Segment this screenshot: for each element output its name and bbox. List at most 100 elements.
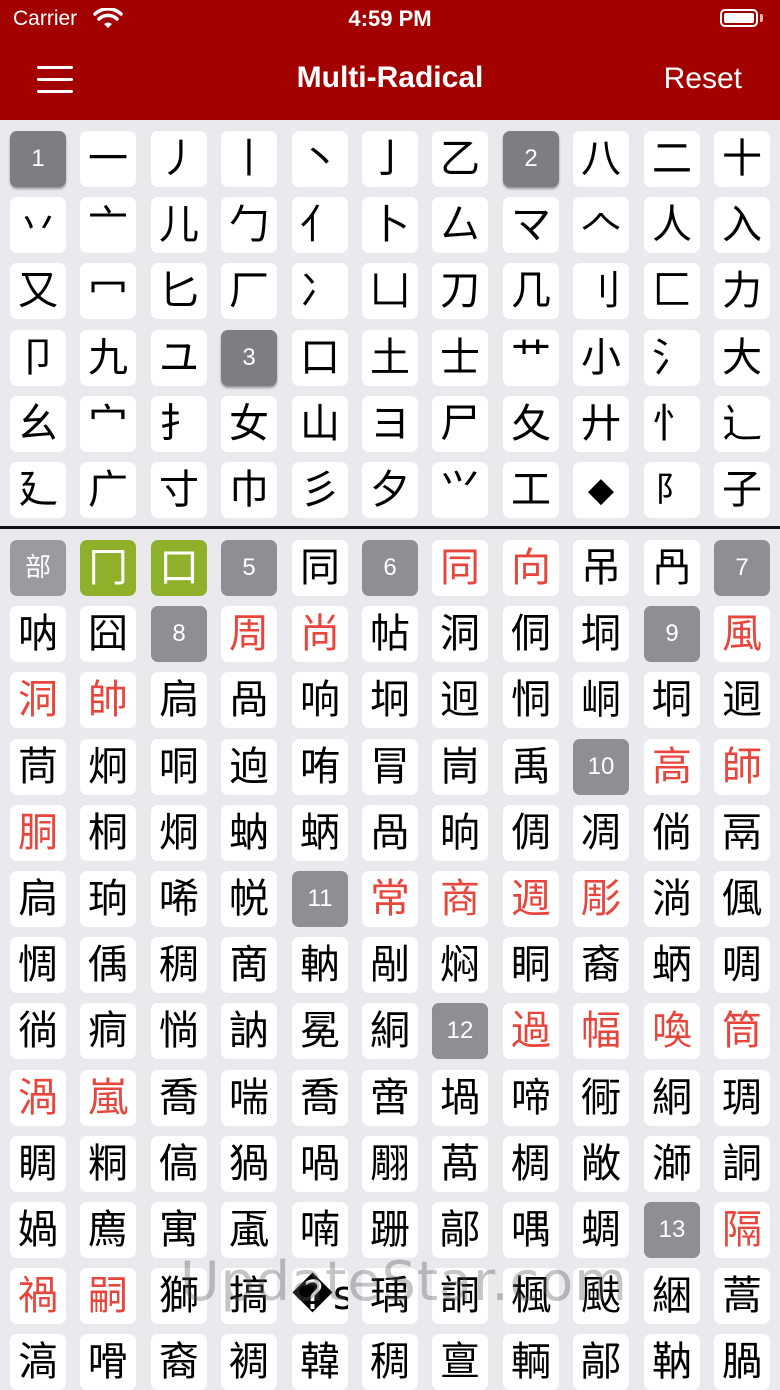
radical-key[interactable]: 扌 — [151, 396, 207, 452]
kanji-result[interactable]: 萵 — [432, 1136, 488, 1192]
kanji-result[interactable]: 椆 — [503, 1136, 559, 1192]
kanji-result[interactable]: 扃 — [151, 672, 207, 728]
radical-key[interactable]: ユ — [151, 330, 207, 386]
radical-key[interactable]: マ — [503, 197, 559, 253]
kanji-result[interactable]: 裔 — [573, 937, 629, 993]
kanji-result[interactable]: 高 — [644, 739, 700, 795]
radical-key[interactable]: 辶 — [714, 396, 770, 452]
kanji-result[interactable]: 迵 — [714, 672, 770, 728]
radical-key[interactable]: 入 — [714, 197, 770, 253]
radical-key[interactable]: 亻 — [292, 197, 348, 253]
kanji-result[interactable]: 粡 — [80, 1136, 136, 1192]
kanji-result[interactable]: 筒 — [714, 1003, 770, 1059]
kanji-result[interactable]: 迥 — [432, 672, 488, 728]
kanji-result[interactable]: 稠 — [151, 937, 207, 993]
radical-key[interactable]: 乙 — [432, 131, 488, 187]
radical-key[interactable]: 丶 — [292, 131, 348, 187]
kanji-result[interactable]: 翢 — [362, 1136, 418, 1192]
kanji-result[interactable]: 淌 — [644, 871, 700, 927]
kanji-result[interactable]: 坰 — [362, 672, 418, 728]
kanji-result[interactable]: 哊 — [292, 739, 348, 795]
radical-key[interactable]: ◆阝 — [573, 462, 629, 518]
radical-toggle-button[interactable]: 部 — [10, 540, 66, 596]
kanji-result[interactable]: 綑 — [644, 1268, 700, 1324]
kanji-result[interactable]: 嗗 — [80, 1334, 136, 1390]
radical-key[interactable]: 艹 — [503, 330, 559, 386]
kanji-result[interactable]: 蛃 — [644, 937, 700, 993]
kanji-result[interactable]: 峝 — [432, 739, 488, 795]
kanji-result[interactable]: 睭 — [10, 1136, 66, 1192]
radical-key[interactable]: 士 — [432, 330, 488, 386]
kanji-result[interactable]: 嗣 — [80, 1268, 136, 1324]
radical-key[interactable]: 忄 — [644, 396, 700, 452]
radical-key[interactable]: 八 — [573, 131, 629, 187]
kanji-result[interactable]: 隔 — [714, 1202, 770, 1258]
kanji-result[interactable]: 呐 — [10, 606, 66, 662]
radical-key[interactable]: 土 — [362, 330, 418, 386]
kanji-result[interactable]: 垌 — [644, 672, 700, 728]
kanji-result[interactable]: 琱 — [714, 1070, 770, 1126]
kanji-result[interactable]: 同 — [292, 540, 348, 596]
kanji-result[interactable]: 亶 — [432, 1334, 488, 1390]
kanji-result[interactable]: 喚 — [644, 1003, 700, 1059]
kanji-result[interactable]: 商 — [432, 871, 488, 927]
kanji-result[interactable]: 過 — [503, 1003, 559, 1059]
kanji-result[interactable]: 倜 — [503, 805, 559, 861]
kanji-result[interactable]: 腡 — [714, 1334, 770, 1390]
kanji-result[interactable]: 軜 — [292, 937, 348, 993]
kanji-result[interactable]: 冂 — [80, 540, 136, 596]
kanji-result[interactable]: 凋 — [573, 805, 629, 861]
kanji-result[interactable]: 响 — [292, 672, 348, 728]
kanji-result[interactable]: 冐 — [362, 739, 418, 795]
radical-key[interactable]: 一 — [80, 131, 136, 187]
kanji-result[interactable]: 猧 — [221, 1136, 277, 1192]
radical-key[interactable]: 小 — [573, 330, 629, 386]
kanji-result[interactable]: 眮 — [503, 937, 559, 993]
kanji-result[interactable]: 向 — [503, 540, 559, 596]
kanji-result[interactable]: 媧 — [10, 1202, 66, 1258]
kanji-result[interactable]: 茼 — [10, 739, 66, 795]
kanji-result[interactable]: 常 — [362, 871, 418, 927]
radical-key[interactable]: 阝◆ — [644, 462, 700, 518]
kanji-result[interactable]: 惆 — [10, 937, 66, 993]
radical-key[interactable]: 二 — [644, 131, 700, 187]
radical-key[interactable]: 又 — [10, 263, 66, 319]
radical-key[interactable]: 亠 — [80, 197, 136, 253]
kanji-result[interactable]: 蚋 — [221, 805, 277, 861]
kanji-result[interactable]: 喘 — [221, 1070, 277, 1126]
kanji-result[interactable]: 啁 — [714, 937, 770, 993]
kanji-result[interactable]: 蛃 — [292, 805, 348, 861]
kanji-result[interactable]: 敞 — [573, 1136, 629, 1192]
kanji-result[interactable]: 珦 — [80, 871, 136, 927]
radical-key[interactable]: ⺍ — [432, 462, 488, 518]
kanji-result[interactable]: 咼 — [221, 672, 277, 728]
kanji-result[interactable]: 幅 — [573, 1003, 629, 1059]
kanji-result[interactable]: 風 — [714, 606, 770, 662]
radical-key[interactable]: 匕 — [151, 263, 207, 319]
radical-key[interactable]: 廾 — [573, 396, 629, 452]
radical-key[interactable]: 刂 — [573, 263, 629, 319]
kanji-result[interactable]: 同 — [432, 540, 488, 596]
radical-key[interactable]: 廴 — [10, 462, 66, 518]
kanji-result[interactable]: 唏 — [151, 871, 207, 927]
kanji-result[interactable]: 帖 — [362, 606, 418, 662]
kanji-result[interactable]: 絧 — [362, 1003, 418, 1059]
radical-key[interactable]: 冫 — [292, 263, 348, 319]
reset-button[interactable]: Reset — [664, 62, 742, 96]
radical-key[interactable]: 人 — [644, 197, 700, 253]
kanji-result[interactable]: 侗 — [503, 606, 559, 662]
radical-key[interactable]: 刀 — [432, 263, 488, 319]
kanji-result[interactable]: 炯 — [80, 739, 136, 795]
radical-key[interactable]: 九 — [80, 330, 136, 386]
radical-key[interactable]: 𠆢 — [573, 197, 629, 253]
kanji-result[interactable]: 痌 — [80, 1003, 136, 1059]
kanji-result[interactable]: 垌 — [573, 606, 629, 662]
kanji-result[interactable]: 偊 — [80, 937, 136, 993]
kanji-result[interactable]: 喎 — [292, 1136, 348, 1192]
kanji-result[interactable]: 鬲 — [714, 805, 770, 861]
kanji-result[interactable]: 剮 — [362, 937, 418, 993]
radical-key[interactable]: 彡 — [292, 462, 348, 518]
kanji-result[interactable]: 胴 — [10, 805, 66, 861]
kanji-result[interactable]: 堝 — [432, 1070, 488, 1126]
radical-key[interactable]: 女 — [221, 396, 277, 452]
